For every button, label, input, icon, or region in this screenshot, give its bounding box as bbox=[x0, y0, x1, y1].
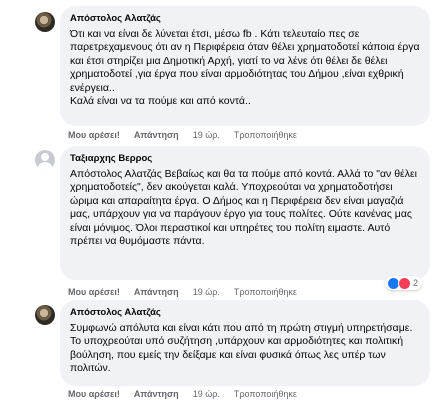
love-reaction-icon bbox=[398, 276, 411, 290]
avatar[interactable] bbox=[35, 12, 55, 32]
comment-bubble: Απόστολος Αλατζάς Ότι και να είναι δε λύ… bbox=[60, 6, 430, 126]
avatar[interactable] bbox=[35, 305, 55, 325]
comment-time[interactable]: 19 ώρ. bbox=[193, 388, 220, 400]
comment-author[interactable]: Ταξιαρχης Βερρος bbox=[70, 153, 420, 165]
reply-button[interactable]: Απάντηση bbox=[134, 388, 179, 400]
comment-time[interactable]: 19 ώρ. bbox=[193, 129, 220, 141]
comment-author[interactable]: Απόστολος Αλατζάς bbox=[70, 13, 420, 25]
reply-button[interactable]: Απάντηση bbox=[134, 286, 179, 298]
comment-author[interactable]: Απόστολος Αλατζάς bbox=[70, 307, 420, 319]
comment-actions: Μου αρέσει! Απάντηση 19 ώρ. Τροποποιήθηκ… bbox=[68, 129, 311, 141]
comment-bubble: Απόστολος Αλατζάς Συμφωνώ απόλυτα και εί… bbox=[60, 300, 430, 386]
comment-text: Συμφωνώ απόλυτα και είναι κάτι που από τ… bbox=[70, 322, 413, 375]
edited-label: Τροποποιήθηκε bbox=[233, 130, 297, 140]
comment-actions: Μου αρέσει! Απάντηση 19 ώρ. Τροποποιήθηκ… bbox=[68, 286, 311, 298]
reactions-badge[interactable]: 2 bbox=[385, 276, 423, 290]
comment-actions: Μου αρέσει! Απάντηση 19 ώρ. Τροποποιήθηκ… bbox=[68, 388, 311, 400]
avatar[interactable] bbox=[35, 150, 55, 170]
comment-time[interactable]: 19 ώρ. bbox=[193, 286, 220, 298]
like-button[interactable]: Μου αρέσει! bbox=[68, 129, 120, 141]
edited-label: Τροποποιήθηκε bbox=[233, 287, 297, 297]
comment-bubble: Ταξιαρχης Βερρος Απόστολος Αλατζάς Βεβαί… bbox=[60, 146, 430, 280]
reaction-count: 2 bbox=[413, 278, 419, 288]
comment-text: Απόστολος Αλατζάς Βεβαίως και θα τα πούμ… bbox=[70, 168, 418, 248]
like-button[interactable]: Μου αρέσει! bbox=[68, 388, 120, 400]
comment-text: Ότι και να είναι δε λύνεται έτσι, μέσω f… bbox=[70, 28, 420, 108]
edited-label: Τροποποιήθηκε bbox=[233, 389, 297, 399]
like-button[interactable]: Μου αρέσει! bbox=[68, 286, 120, 298]
reply-button[interactable]: Απάντηση bbox=[134, 129, 179, 141]
